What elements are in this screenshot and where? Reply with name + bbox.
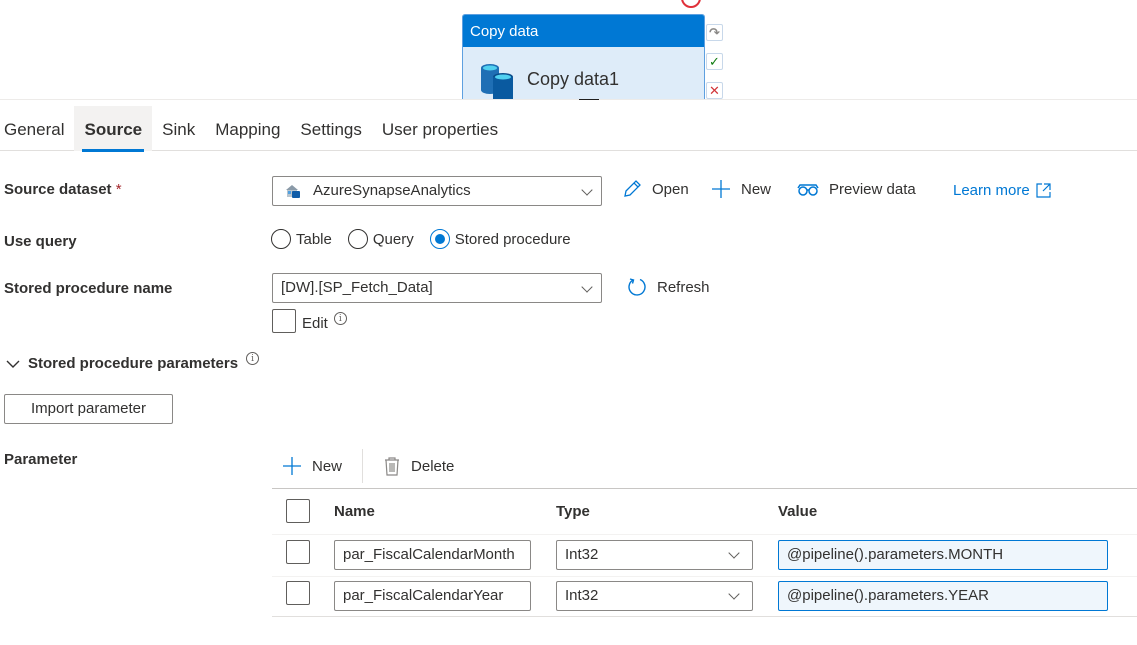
table-top-border bbox=[272, 488, 1137, 489]
refresh-button[interactable]: Refresh bbox=[627, 277, 710, 297]
new-dataset-button[interactable]: New bbox=[711, 179, 771, 199]
panel-resize-handle[interactable] bbox=[579, 99, 599, 100]
parameter-type-select[interactable]: Int32 bbox=[556, 540, 753, 570]
chevron-down-icon bbox=[581, 281, 593, 293]
tab-sink[interactable]: Sink bbox=[152, 106, 205, 151]
chevron-down-icon bbox=[581, 184, 593, 196]
column-header-name: Name bbox=[334, 503, 375, 520]
failure-x-icon[interactable]: ✕ bbox=[706, 82, 723, 99]
parameter-value-input[interactable]: @pipeline().parameters.MONTH bbox=[778, 540, 1108, 570]
source-dataset-label: Source dataset * bbox=[4, 181, 122, 198]
parameter-type-select[interactable]: Int32 bbox=[556, 581, 753, 611]
refresh-icon bbox=[628, 278, 646, 296]
header-divider bbox=[272, 534, 1137, 535]
external-link-icon bbox=[1036, 183, 1051, 198]
row-checkbox[interactable] bbox=[286, 581, 310, 605]
stored-procedure-parameters-toggle[interactable]: Stored procedure parameters i bbox=[6, 352, 260, 372]
success-check-icon[interactable]: ✓ bbox=[706, 53, 723, 70]
copy-database-icon bbox=[481, 64, 513, 99]
tab-user-properties[interactable]: User properties bbox=[372, 106, 508, 151]
column-header-value: Value bbox=[778, 503, 818, 520]
select-all-checkbox[interactable] bbox=[286, 499, 310, 523]
parameter-label: Parameter bbox=[4, 451, 78, 468]
import-parameter-button[interactable]: Import parameter bbox=[4, 394, 173, 424]
properties-tabs: General Source Sink Mapping Settings Use… bbox=[0, 106, 1137, 152]
radio-circle[interactable] bbox=[271, 229, 291, 249]
pencil-icon bbox=[624, 180, 641, 197]
tab-mapping[interactable]: Mapping bbox=[205, 106, 290, 151]
chevron-down-icon bbox=[728, 547, 740, 559]
redo-icon[interactable]: ↷ bbox=[706, 24, 723, 41]
toolbar-divider bbox=[362, 449, 364, 483]
edit-checkbox[interactable] bbox=[272, 309, 296, 333]
source-dataset-select[interactable]: AzureSynapseAnalytics bbox=[272, 176, 602, 206]
glasses-icon bbox=[797, 184, 819, 196]
chevron-down-icon bbox=[728, 588, 740, 600]
edit-checkbox-row: Edit i bbox=[272, 309, 347, 333]
plus-icon bbox=[283, 457, 301, 475]
radio-stored-procedure[interactable]: Stored procedure bbox=[429, 229, 571, 249]
radio-circle[interactable] bbox=[347, 229, 368, 249]
trash-icon bbox=[385, 457, 400, 476]
use-query-radio-group: Table Query Stored procedure bbox=[271, 229, 571, 249]
row-checkbox[interactable] bbox=[286, 540, 310, 564]
tab-settings[interactable]: Settings bbox=[290, 106, 371, 151]
canvas-divider bbox=[0, 99, 1137, 100]
learn-more-link[interactable]: Learn more bbox=[953, 182, 1051, 199]
open-dataset-button[interactable]: Open bbox=[622, 179, 689, 199]
radio-circle-selected[interactable] bbox=[429, 229, 450, 249]
parameter-toolbar: New Delete bbox=[282, 447, 454, 485]
parameter-value-input[interactable]: @pipeline().parameters.YEAR bbox=[778, 581, 1108, 611]
info-icon[interactable]: i bbox=[333, 312, 347, 325]
new-parameter-button[interactable]: New bbox=[282, 456, 342, 476]
radio-query[interactable]: Query bbox=[347, 229, 414, 249]
column-header-type: Type bbox=[556, 503, 590, 520]
synapse-dataset-icon bbox=[286, 185, 300, 198]
copy-data-activity[interactable]: Copy data Copy data1 bbox=[462, 14, 705, 100]
activity-top-handle[interactable] bbox=[681, 0, 701, 8]
tab-source[interactable]: Source bbox=[74, 106, 153, 152]
activity-name: Copy data1 bbox=[527, 69, 620, 89]
radio-table[interactable]: Table bbox=[271, 229, 332, 249]
activity-type-label: Copy data bbox=[463, 15, 704, 47]
use-query-label: Use query bbox=[4, 233, 77, 250]
stored-procedure-select[interactable]: [DW].[SP_Fetch_Data] bbox=[272, 273, 602, 303]
delete-parameter-button[interactable]: Delete bbox=[383, 456, 454, 476]
chevron-down-icon bbox=[6, 360, 20, 368]
pipeline-canvas[interactable]: Copy data Copy data1 ↷ ✓ ✕ bbox=[0, 0, 1137, 100]
table-bottom-border bbox=[272, 616, 1137, 617]
tab-general[interactable]: General bbox=[0, 106, 74, 151]
preview-data-button[interactable]: Preview data bbox=[797, 179, 916, 199]
parameter-name-input[interactable]: par_FiscalCalendarYear bbox=[334, 581, 531, 611]
plus-icon bbox=[712, 180, 730, 198]
row-divider bbox=[272, 576, 1137, 577]
info-icon[interactable]: i bbox=[246, 352, 260, 365]
stored-procedure-name-label: Stored procedure name bbox=[4, 280, 173, 297]
parameter-name-input[interactable]: par_FiscalCalendarMonth bbox=[334, 540, 531, 570]
required-marker: * bbox=[115, 181, 122, 198]
